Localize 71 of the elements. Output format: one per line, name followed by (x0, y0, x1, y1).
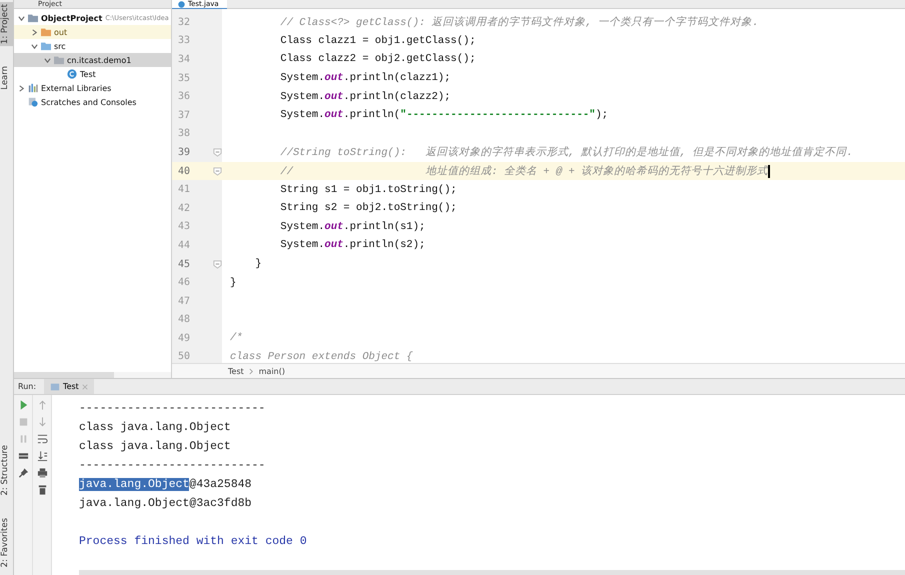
line-number: 36 (177, 91, 192, 102)
tree-item[interactable]: Scratches and Consoles (14, 95, 171, 109)
tool-window-tab[interactable]: 2: Favorites (0, 516, 13, 569)
tree-item[interactable]: External Libraries (14, 81, 171, 95)
line-number: 43 (177, 221, 192, 232)
line-number: 46 (177, 277, 192, 288)
code-line: /* (230, 332, 243, 344)
scratches-icon (28, 97, 38, 107)
code-line: System.out.println("-----------------------------"); (279, 109, 608, 122)
code-line: System.out.println(s2); (279, 239, 426, 252)
code-line: System.out.println(s1); (279, 220, 426, 233)
console-icon (50, 382, 60, 392)
line-number: 44 (177, 240, 192, 251)
code-line: } (230, 276, 236, 289)
line-number: 48 (177, 314, 192, 326)
tree-item[interactable]: src (14, 39, 171, 53)
code-line: String s1 = obj1.toString(); (279, 184, 457, 196)
print-icon[interactable] (36, 467, 48, 479)
line-number: 49 (177, 332, 192, 344)
tree-item[interactable]: out (14, 25, 171, 39)
line-number: 35 (177, 72, 192, 84)
exit-message: Process finished with exit code 0 (79, 535, 307, 548)
code-line: // 地址值的组成: 全类名 + @ + 该对象的哈希码的无符号十六进制形式 (279, 164, 770, 178)
fold-marker-icon[interactable] (212, 166, 222, 176)
line-number: 34 (177, 54, 192, 65)
line-number: 41 (177, 184, 192, 196)
line-number: 45 (177, 258, 192, 270)
wrap-icon[interactable] (36, 433, 48, 445)
run-tab[interactable]: Test (44, 379, 94, 394)
scroll-end-icon[interactable] (36, 450, 48, 462)
code-line: // Class<?> getClass(): 返回该调用者的字节码文件对象, 一个类只有一个字节码文件对象. (279, 15, 759, 30)
console-output-line: java.lang.Object@3ac3fd8b (79, 497, 252, 510)
line-number: 39 (177, 146, 192, 158)
line-number: 38 (177, 128, 192, 140)
line-number: 32 (177, 16, 192, 28)
chevron-icon[interactable] (18, 84, 25, 92)
code-line: System.out.println(clazz2); (279, 90, 451, 103)
code-line: Class clazz2 = obj2.getClass(); (279, 53, 476, 66)
tool-window-tab[interactable]: 2: Structure (0, 443, 13, 498)
breadcrumb-separator-icon (248, 368, 254, 374)
code-line: //String toString(): 返回该对象的字符串表示形式, 默认打印的是地址值, 但是不同对象的地址值肯定不同. (279, 145, 853, 160)
code-line: class Person extends Object { (230, 350, 413, 363)
tool-window-tab[interactable]: Learn (0, 64, 13, 92)
trash-icon[interactable] (36, 484, 48, 496)
line-number: 33 (177, 35, 192, 46)
tool-window-tab[interactable]: 1: Project (0, 2, 13, 46)
code-line: } (254, 258, 262, 270)
pin-icon[interactable] (18, 467, 28, 479)
line-number: 47 (177, 296, 192, 307)
console-output-line: class java.lang.Object (79, 421, 231, 434)
down-arrow-icon[interactable] (36, 416, 48, 428)
console-output-line: java.lang.Object@43a25848 (79, 478, 252, 491)
code-line: System.out.println(clazz1); (279, 72, 451, 84)
breadcrumb[interactable]: main() (258, 366, 285, 376)
console-output-line: --------------------------- (79, 402, 266, 415)
line-number: 42 (177, 202, 192, 214)
fold-marker-icon[interactable] (212, 260, 222, 269)
tree-item[interactable]: cn.itcast.demo1 (14, 53, 171, 67)
run-label: Run: (18, 382, 36, 391)
up-arrow-icon[interactable] (36, 399, 48, 411)
tree-item[interactable]: Test (14, 67, 171, 81)
code-line: Class clazz1 = obj1.getClass(); (279, 34, 476, 47)
console-output-line: class java.lang.Object (79, 440, 231, 453)
library-icon (28, 83, 38, 93)
breadcrumb[interactable]: Test (228, 366, 244, 376)
console-output-line: --------------------------- (79, 459, 266, 472)
line-number: 37 (177, 110, 192, 121)
code-line: String s2 = obj2.toString(); (279, 202, 457, 214)
scrollbar-thumb[interactable] (14, 372, 114, 378)
line-number: 50 (177, 351, 192, 362)
fold-marker-icon[interactable] (212, 148, 222, 157)
